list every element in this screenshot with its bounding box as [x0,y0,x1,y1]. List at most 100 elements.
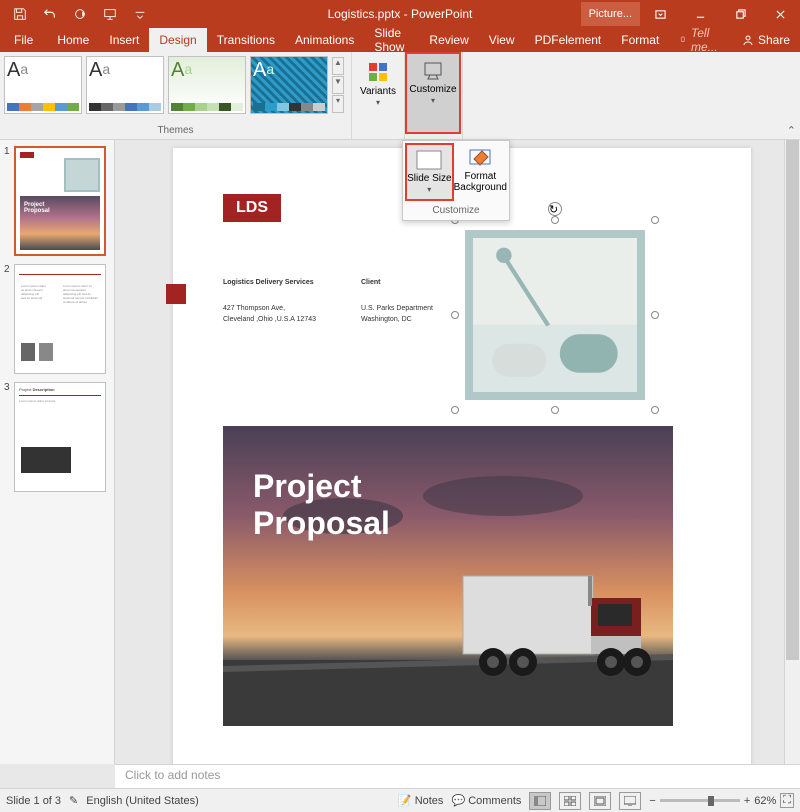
tab-review[interactable]: Review [419,28,478,52]
tell-me-label: Tell me... [691,26,722,54]
chevron-down-icon: ▾ [376,99,380,108]
themes-scroll-up[interactable]: ▲ [332,57,344,75]
save-button[interactable] [6,3,34,25]
tab-animations[interactable]: Animations [285,28,364,52]
ribbon-tabs: File Home Insert Design Transitions Anim… [0,28,800,52]
rotate-handle[interactable]: ↻ [548,202,562,216]
notes-placeholder: Click to add notes [125,768,220,782]
picture-tools-tab[interactable]: Picture... [581,2,640,26]
customize-label: Customize [409,84,456,95]
tab-design[interactable]: Design [149,28,206,52]
themes-group: Aa Aa Aa Aa ▲ ▼ ▾ Themes [0,52,352,139]
close-button[interactable] [760,0,800,28]
slide-thumbnails-panel: 1 ProjectProposal 2 Lorem ipsum dolorsit… [0,140,115,764]
ribbon-display-button[interactable] [640,0,680,28]
slideshow-view-button[interactable] [619,792,641,810]
slide-canvas[interactable]: LDS Logistics Delivery Services 427 Thom… [115,140,800,764]
format-background-button[interactable]: Format Background [454,143,507,201]
customize-icon [421,58,445,82]
vertical-scrollbar[interactable] [784,140,800,764]
resize-handle-se[interactable] [651,406,659,414]
tab-transitions[interactable]: Transitions [207,28,285,52]
tab-insert[interactable]: Insert [99,28,149,52]
tab-home[interactable]: Home [47,28,99,52]
thumbnail-1[interactable]: ProjectProposal [14,146,106,256]
notes-pane[interactable]: Click to add notes [115,764,800,788]
restore-button[interactable] [720,0,760,28]
zoom-out-button[interactable]: − [649,795,655,807]
slide-sorter-button[interactable] [559,792,581,810]
variants-group: Variants ▾ [352,52,405,139]
chevron-down-icon: ▾ [427,186,431,195]
customize-button[interactable]: Customize ▾ [405,52,461,134]
qat-more-button[interactable] [126,3,154,25]
tell-me-search[interactable]: Tell me... [669,28,732,52]
customize-dropdown-label: Customize [403,203,509,220]
undo-button[interactable] [36,3,64,25]
customize-group: Customize ▾ [405,52,463,139]
selected-picture[interactable]: ↻ [455,220,655,410]
spell-check-icon[interactable]: ✎ [69,794,78,807]
resize-handle-e[interactable] [651,311,659,319]
tab-format[interactable]: Format [611,28,669,52]
tab-pdfelement[interactable]: PDFelement [525,28,612,52]
themes-scroll-down[interactable]: ▼ [332,76,344,94]
scrollbar-thumb[interactable] [786,140,799,660]
client-line-2: Washington, DC [361,315,412,326]
minimize-button[interactable] [680,0,720,28]
themes-more-button[interactable]: ▾ [332,95,344,113]
client-line-1: U.S. Parks Department [361,304,433,315]
resize-handle-ne[interactable] [651,216,659,224]
zoom-slider-thumb[interactable] [708,796,714,806]
slide-size-button[interactable]: Slide Size ▾ [405,143,454,201]
slide-counter[interactable]: Slide 1 of 3 [6,795,61,807]
thumbnail-2[interactable]: Lorem ipsum dolorsit amet consectadipisc… [14,264,106,374]
zoom-slider[interactable] [660,799,740,802]
tab-view[interactable]: View [479,28,525,52]
theme-swatch-4[interactable]: Aa [250,56,328,114]
redo-button[interactable] [66,3,94,25]
tab-slideshow[interactable]: Slide Show [364,28,419,52]
client-heading: Client [361,278,380,289]
status-bar: Slide 1 of 3 ✎ English (United States) 📝… [0,788,800,812]
notes-toggle[interactable]: 📝 Notes [398,794,444,807]
main-area: 1 ProjectProposal 2 Lorem ipsum dolorsit… [0,140,800,764]
zoom-in-button[interactable]: + [744,795,750,807]
collapse-ribbon-button[interactable]: ⌃ [787,124,796,137]
start-slideshow-button[interactable] [96,3,124,25]
normal-view-button[interactable] [529,792,551,810]
address-line-1: 427 Thompson Ave, [223,304,285,315]
title-bar: Logistics.pptx - PowerPoint Picture... [0,0,800,28]
slide-size-icon [416,149,442,171]
fit-to-window-button[interactable]: ⛶ [780,793,794,808]
resize-handle-s[interactable] [551,406,559,414]
quick-access-toolbar [0,3,154,25]
thumbnail-number: 2 [4,264,14,374]
format-background-icon [467,147,493,169]
variants-icon [366,60,390,84]
company-name: Logistics Delivery Services [223,278,314,289]
theme-swatch-2[interactable]: Aa [86,56,164,114]
variants-label: Variants [360,86,396,97]
themes-group-label: Themes [4,125,347,137]
slide-size-label: Slide Size [407,173,451,184]
theme-swatch-1[interactable]: Aa [4,56,82,114]
reading-view-button[interactable] [589,792,611,810]
comments-toggle[interactable]: 💬 Comments [451,794,521,807]
language-indicator[interactable]: English (United States) [86,795,199,807]
address-line-2: Cleveland ,Ohio ,U.S.A 12743 [223,315,316,326]
document-title: Logistics.pptx - PowerPoint [328,7,473,21]
resize-handle-w[interactable] [451,311,459,319]
zoom-control: − + 62% ⛶ [649,793,794,808]
resize-handle-n[interactable] [551,216,559,224]
thumbnail-3[interactable]: Project Description Lorem ipsum dolor si… [14,382,106,492]
theme-swatch-3[interactable]: Aa [168,56,246,114]
variants-button[interactable]: Variants ▾ [356,56,400,122]
share-button[interactable]: Share [732,28,800,52]
thumbnail-number: 3 [4,382,14,492]
resize-handle-sw[interactable] [451,406,459,414]
zoom-level[interactable]: 62% [754,795,776,807]
window-controls [640,0,800,28]
red-accent-block [166,284,186,304]
tab-file[interactable]: File [0,28,47,52]
